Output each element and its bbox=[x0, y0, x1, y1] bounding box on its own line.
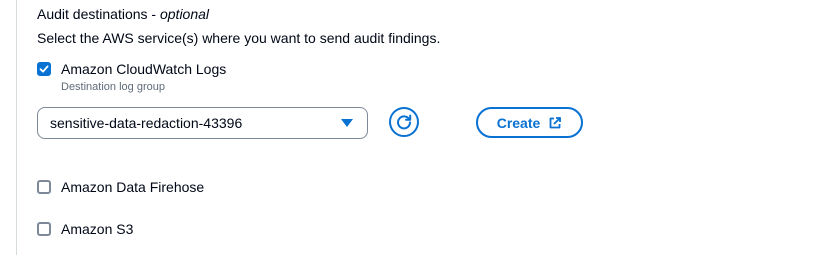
s3-label: Amazon S3 bbox=[61, 221, 134, 237]
audit-destinations-panel: Audit destinations - optional Select the… bbox=[0, 0, 819, 255]
section-title-optional: optional bbox=[159, 6, 210, 22]
log-group-select-value: sensitive-data-redaction-43396 bbox=[50, 115, 243, 131]
refresh-button[interactable] bbox=[389, 107, 419, 137]
refresh-icon bbox=[397, 114, 412, 130]
data-firehose-label: Amazon Data Firehose bbox=[61, 179, 205, 195]
s3-checkbox-row[interactable]: Amazon S3 bbox=[37, 220, 133, 238]
checkmark-icon bbox=[39, 65, 49, 73]
s3-checkbox[interactable] bbox=[37, 222, 51, 236]
log-group-select[interactable]: sensitive-data-redaction-43396 bbox=[37, 107, 368, 139]
section-title: Audit destinations - optional bbox=[37, 5, 209, 23]
create-log-group-button[interactable]: Create bbox=[476, 107, 583, 138]
data-firehose-checkbox-row[interactable]: Amazon Data Firehose bbox=[37, 178, 204, 196]
cloudwatch-logs-checkbox[interactable] bbox=[37, 62, 51, 76]
create-button-label: Create bbox=[496, 114, 541, 131]
section-description: Select the AWS service(s) where you want… bbox=[37, 30, 441, 46]
caret-down-icon bbox=[341, 119, 353, 127]
cloudwatch-logs-label: Amazon CloudWatch Logs bbox=[61, 61, 227, 77]
left-divider bbox=[16, 0, 17, 255]
destination-log-group-label: Destination log group bbox=[61, 81, 165, 93]
cloudwatch-logs-checkbox-row[interactable]: Amazon CloudWatch Logs bbox=[37, 60, 226, 78]
external-link-icon bbox=[548, 116, 562, 130]
section-title-separator: - bbox=[147, 6, 160, 22]
data-firehose-checkbox[interactable] bbox=[37, 180, 51, 194]
section-title-text: Audit destinations bbox=[37, 6, 148, 22]
